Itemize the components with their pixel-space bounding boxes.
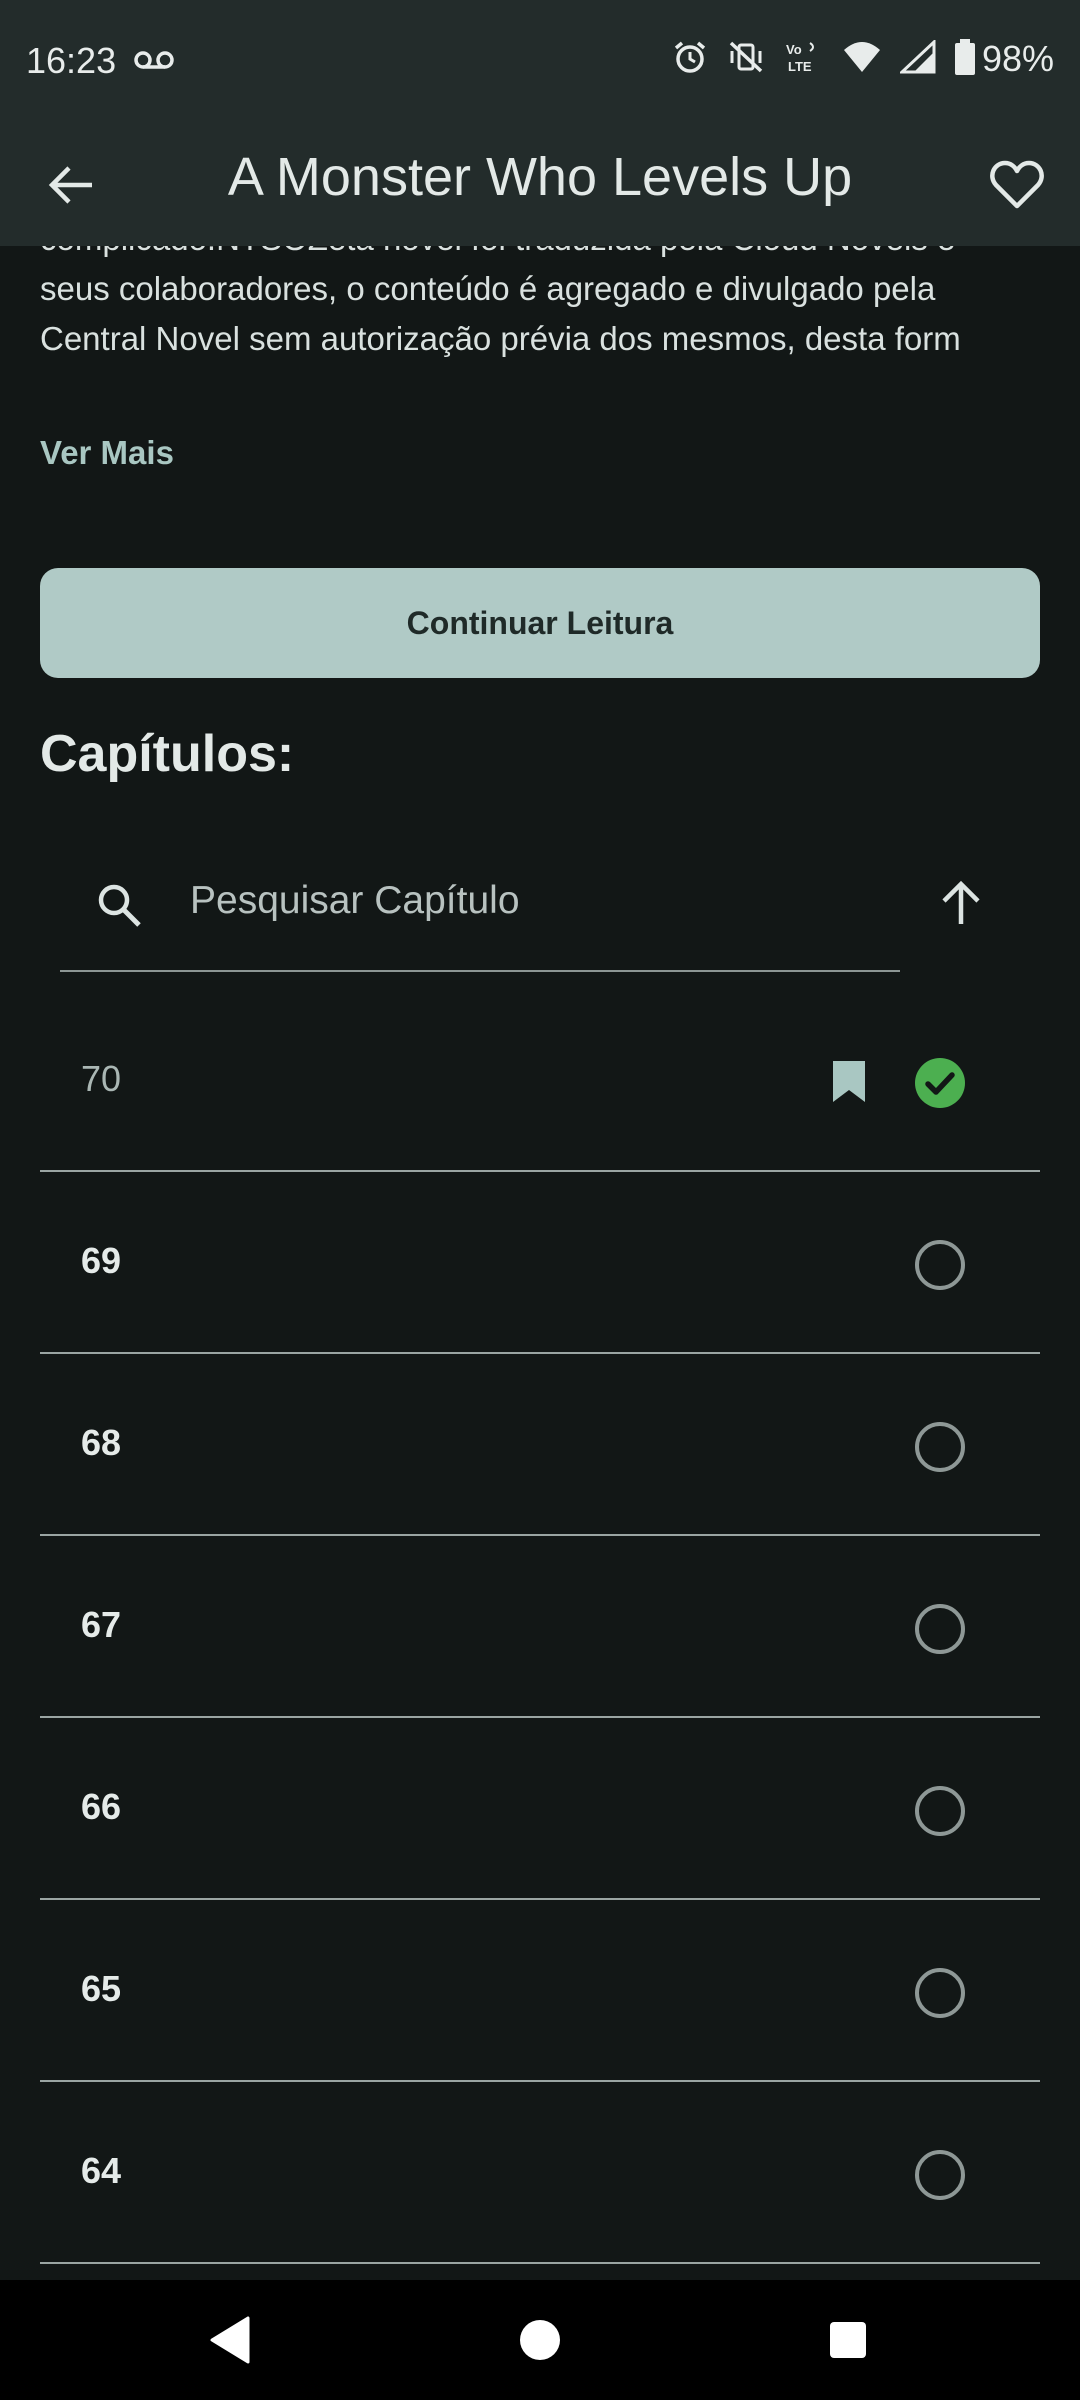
chapter-number: 68 <box>81 1422 122 1463</box>
screen: 16:23 Vo LTE 98% A Monster Who Levels Up… <box>0 0 1080 2400</box>
svg-text:Vo: Vo <box>786 42 802 57</box>
unread-circle-icon[interactable] <box>914 2149 966 2201</box>
system-nav-bar <box>0 2280 1080 2400</box>
chapter-row-69[interactable]: 69 <box>40 1172 1040 1354</box>
chapter-row-68[interactable]: 68 <box>40 1354 1040 1536</box>
unread-circle-icon[interactable] <box>914 1239 966 1291</box>
unread-circle-icon[interactable] <box>914 1421 966 1473</box>
chapter-number: 70 <box>81 1058 122 1099</box>
search-icon <box>94 880 144 935</box>
chapter-row-66[interactable]: 66 <box>40 1718 1040 1900</box>
app-bar: A Monster Who Levels Up <box>0 124 1080 246</box>
square-recents-icon <box>830 2322 866 2358</box>
chapter-row-65[interactable]: 65 <box>40 1900 1040 2082</box>
bookmark-icon[interactable] <box>830 1058 868 1109</box>
arrow-up-icon <box>942 880 980 924</box>
voicemail-icon <box>134 48 174 77</box>
chapter-number: 66 <box>81 1786 122 1827</box>
see-more-link[interactable]: Ver Mais <box>40 434 174 472</box>
sort-order-button[interactable] <box>926 868 996 938</box>
chapter-number: 69 <box>81 1240 122 1281</box>
svg-text:LTE: LTE <box>788 59 812 74</box>
nav-back-button[interactable] <box>200 2310 260 2370</box>
unread-circle-icon[interactable] <box>914 1603 966 1655</box>
unread-circle-icon[interactable] <box>914 1967 966 2019</box>
chapter-row-67[interactable]: 67 <box>40 1536 1040 1718</box>
status-icons: Vo LTE 98% <box>672 38 1054 80</box>
chapter-number: 67 <box>81 1604 122 1645</box>
favorite-button[interactable] <box>984 152 1050 218</box>
signal-icon <box>898 38 936 79</box>
battery-percent: 98% <box>981 38 1054 79</box>
triangle-back-icon <box>210 2316 250 2364</box>
status-bar: 16:23 Vo LTE 98% <box>0 0 1080 124</box>
back-button[interactable] <box>40 154 102 216</box>
nav-home-button[interactable] <box>510 2310 570 2370</box>
volte-icon: Vo LTE <box>784 39 824 80</box>
chapter-number: 64 <box>81 2150 122 2191</box>
heart-outline-icon <box>990 160 1044 209</box>
wifi-icon <box>842 40 882 79</box>
status-time: 16:23 <box>26 40 117 81</box>
search-input[interactable] <box>190 866 870 936</box>
circle-home-icon <box>520 2320 560 2360</box>
chapter-number: 65 <box>81 1968 122 2009</box>
unread-circle-icon[interactable] <box>914 1785 966 1837</box>
read-check-icon[interactable] <box>914 1057 966 1109</box>
chapter-search-field[interactable] <box>60 840 900 972</box>
alarm-icon <box>672 39 708 80</box>
continue-reading-button[interactable]: Continuar Leitura <box>40 568 1040 678</box>
vibrate-off-icon <box>726 39 766 80</box>
chapter-row-70[interactable]: 70 <box>40 990 1040 1172</box>
chapter-row-64[interactable]: 64 <box>40 2082 1040 2264</box>
nav-recents-button[interactable] <box>818 2310 878 2370</box>
battery-icon <box>954 38 976 80</box>
chapter-list: 70 69 68 67 66 65 64 <box>40 990 1040 2264</box>
page-title: A Monster Who Levels Up <box>227 147 853 207</box>
arrow-left-icon <box>48 166 92 204</box>
chapters-heading: Capítulos: <box>40 725 295 783</box>
